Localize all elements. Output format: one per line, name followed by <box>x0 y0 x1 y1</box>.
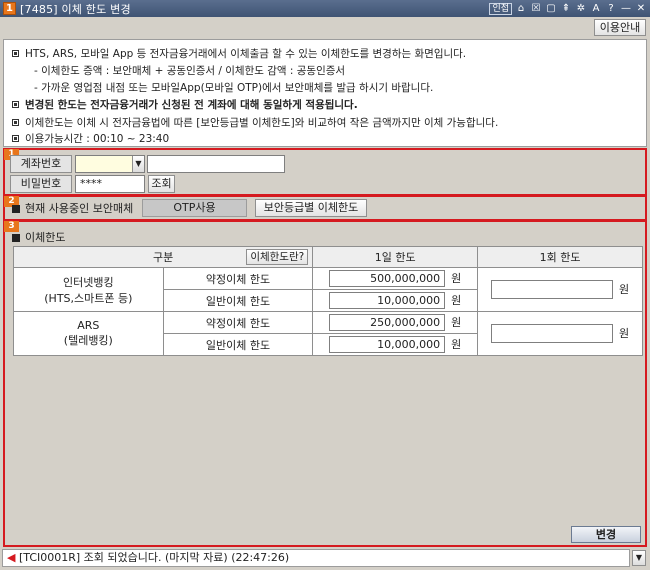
account-number-label: 계좌번호 <box>10 155 72 173</box>
security-medium-value: OTP사용 <box>142 199 247 217</box>
top-toolbar: 이용안내 <box>0 17 650 38</box>
square-bullet-icon <box>12 205 20 213</box>
security-medium-section: 2 현재 사용중인 보안매체 OTP사용 보안등급별 이체한도 <box>3 195 647 221</box>
daily-limit-cell: 10,000,000 원 <box>312 333 479 356</box>
chevron-down-icon[interactable]: ▼ <box>632 550 646 566</box>
bullet-icon <box>12 101 19 108</box>
once-limit-input[interactable] <box>490 280 613 299</box>
home-icon[interactable]: ⌂ <box>515 3 527 14</box>
daily-limit-input[interactable]: 10,000,000 <box>329 336 446 353</box>
chevron-down-icon[interactable]: ▼ <box>132 156 144 172</box>
excel-icon[interactable]: ☒ <box>530 3 542 14</box>
info-line-emphasis: 변경된 한도는 전자금융거래가 신청된 전 계좌에 대해 동일하게 적용됩니다. <box>12 97 358 112</box>
info-line: - 이체한도 증액 : 보안매체 + 공동인증서 / 이체한도 감액 : 공동인… <box>34 65 346 77</box>
app-icon: 1 <box>3 2 16 15</box>
daily-limit-cell: 10,000,000 원 <box>312 289 479 312</box>
table-row: 인터넷뱅킹 (HTS,스마트폰 등) 약정이체 한도 500,000,000 원 … <box>13 267 643 312</box>
query-button[interactable]: 조회 <box>148 175 175 193</box>
bullet-icon <box>12 119 19 126</box>
title-toolbar: 인접 ⌂ ☒ ▢ ⇞ ✲ A ? — ✕ <box>489 2 647 15</box>
settings-icon[interactable]: ✲ <box>575 3 587 14</box>
minimize-icon[interactable]: — <box>620 3 632 14</box>
limit-type-label: 일반이체 한도 <box>162 333 314 356</box>
transfer-limit-table: 구분 이체한도란? 1일 한도 1회 한도 인터넷뱅킹 (HTS,스마트폰 등)… <box>12 246 643 356</box>
once-limit-input[interactable] <box>490 324 613 343</box>
pin-icon[interactable]: ⇞ <box>560 3 572 14</box>
once-limit-cell: 원 <box>477 267 643 312</box>
password-input[interactable]: **** <box>75 175 145 193</box>
speaker-icon: ◀ <box>7 551 16 564</box>
info-line: 이용가능시간 : 00:10 ~ 23:40 <box>12 131 169 146</box>
transfer-limit-heading: 이체한도 <box>12 231 65 245</box>
account-number-combo[interactable]: ▼ <box>75 155 145 173</box>
info-line: - 가까운 영업점 내점 또는 모바일App(모바일 OTP)에서 보안매체를 … <box>34 82 434 94</box>
font-size-icon[interactable]: A <box>590 3 602 14</box>
info-line: HTS, ARS, 모바일 App 등 전자금융거래에서 이체출금 할 수 있는… <box>12 46 466 61</box>
square-bullet-icon <box>12 234 20 242</box>
usage-guide-button[interactable]: 이용안내 <box>594 19 646 36</box>
once-limit-cell: 원 <box>477 311 643 356</box>
close-icon[interactable]: ✕ <box>635 3 647 14</box>
table-header-row: 구분 이체한도란? 1일 한도 1회 한도 <box>12 246 643 268</box>
limit-type-label: 일반이체 한도 <box>162 289 314 312</box>
once-limit-header: 1회 한도 <box>477 246 643 268</box>
internet-banking-group: 인터넷뱅킹 (HTS,스마트폰 등) <box>13 267 164 312</box>
status-bar: ◀ [TCI0001R] 조회 되었습니다. (마지막 자료) (22:47:2… <box>0 548 650 570</box>
daily-limit-input[interactable]: 10,000,000 <box>329 292 446 309</box>
security-medium-label: 현재 사용중인 보안매체 <box>12 202 133 216</box>
account-section: 1 계좌번호 ▼ 비밀번호 **** 조회 <box>3 148 647 196</box>
help-icon[interactable]: ? <box>605 3 617 14</box>
bullet-icon <box>12 135 19 142</box>
table-row: ARS (텔레뱅킹) 약정이체 한도 250,000,000 원 원 <box>13 311 643 356</box>
account-name-field <box>147 155 285 173</box>
link-screen-icon[interactable]: 인접 <box>489 2 512 15</box>
transfer-limit-section: 3 이체한도 구분 이체한도란? 1일 한도 1회 한도 인터넷뱅킹 (HTS,… <box>3 220 647 547</box>
copy-icon[interactable]: ▢ <box>545 3 557 14</box>
info-line: 이체한도는 이체 시 전자금융법에 따른 [보안등급별 이체한도]와 비교하여 … <box>12 115 498 130</box>
category-header: 구분 이체한도란? <box>12 246 314 268</box>
daily-limit-cell: 250,000,000 원 <box>312 311 479 334</box>
security-grade-limit-button[interactable]: 보안등급별 이체한도 <box>255 199 367 217</box>
daily-limit-input[interactable]: 250,000,000 <box>329 314 446 331</box>
window-title: [7485] 이체 한도 변경 <box>20 2 131 16</box>
status-message: ◀ [TCI0001R] 조회 되었습니다. (마지막 자료) (22:47:2… <box>2 549 630 567</box>
password-label: 비밀번호 <box>10 175 72 193</box>
info-panel: HTS, ARS, 모바일 App 등 전자금융거래에서 이체출금 할 수 있는… <box>3 39 647 147</box>
what-is-limit-button[interactable]: 이체한도란? <box>246 249 309 265</box>
daily-limit-input[interactable]: 500,000,000 <box>329 270 446 287</box>
daily-limit-header: 1일 한도 <box>312 246 479 268</box>
change-button[interactable]: 변경 <box>571 526 641 543</box>
bullet-icon <box>12 50 19 57</box>
limit-type-label: 약정이체 한도 <box>162 267 314 290</box>
ars-group: ARS (텔레뱅킹) <box>13 311 164 356</box>
title-bar: 1 [7485] 이체 한도 변경 인접 ⌂ ☒ ▢ ⇞ ✲ A ? — ✕ <box>0 0 650 17</box>
daily-limit-cell: 500,000,000 원 <box>312 267 479 290</box>
limit-type-label: 약정이체 한도 <box>162 311 314 334</box>
